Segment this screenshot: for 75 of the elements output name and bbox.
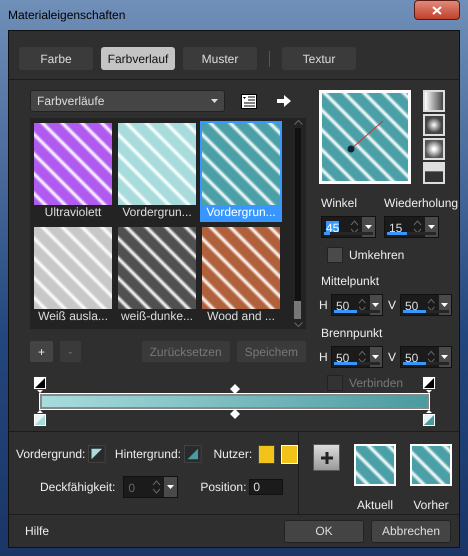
color-swatch[interactable]: [258, 444, 276, 464]
thumbnail-label: Aktuell: [356, 497, 394, 514]
cancel-button[interactable]: Abbrechen: [371, 520, 451, 542]
tab[interactable]: Farbverlauf: [101, 47, 175, 70]
close-icon: [432, 6, 442, 14]
axis-label: H: [319, 297, 329, 314]
scroll-up-icon[interactable]: [294, 120, 302, 125]
spin-arrows-icon[interactable]: [413, 219, 422, 235]
spin-arrows-icon[interactable]: [358, 349, 367, 365]
caret-icon[interactable]: [372, 355, 380, 359]
gradient-preset[interactable]: Vordergrun...: [116, 121, 198, 222]
field-label: Deckfähigkeit:: [40, 479, 116, 496]
gradient-preset[interactable]: Weiß ausla...: [32, 225, 114, 326]
tab[interactable]: Muster: [183, 47, 257, 70]
angle-handle-icon[interactable]: [345, 119, 385, 155]
spin-arrows-icon[interactable]: [427, 297, 436, 313]
caret-icon[interactable]: [428, 225, 435, 229]
list-view-icon[interactable]: [241, 94, 257, 108]
caret-icon[interactable]: [372, 303, 380, 307]
dropdown-value: Farbverläufe: [37, 93, 104, 110]
caret-icon[interactable]: [441, 303, 448, 307]
field-label: Brennpunkt: [321, 325, 384, 342]
position-field[interactable]: 0: [249, 479, 284, 495]
plus-icon: [320, 452, 332, 464]
caret-icon[interactable]: [441, 355, 448, 359]
gradient-style-button[interactable]: [423, 114, 445, 136]
field-label: Winkel: [321, 195, 358, 212]
tab[interactable]: Farbe: [19, 47, 93, 70]
gradient-thumbnail: [354, 444, 396, 486]
tab[interactable]: Textur: [282, 47, 356, 70]
spin-arrows-icon[interactable]: [358, 297, 367, 313]
background-color-icon[interactable]: [184, 444, 202, 464]
close-button[interactable]: [414, 0, 460, 20]
caret-icon: [211, 99, 218, 103]
gradient-style-button[interactable]: [423, 90, 445, 112]
scroll-down-icon[interactable]: [294, 322, 302, 327]
axis-label: V: [388, 297, 398, 314]
ok-button[interactable]: OK: [284, 520, 364, 542]
add-button[interactable]: +: [30, 341, 54, 362]
checkbox-label: Umkehren: [349, 247, 404, 264]
caret-icon[interactable]: [365, 225, 372, 229]
gradient-preset[interactable]: Wood and ...: [200, 225, 282, 326]
axis-label: H: [319, 349, 329, 366]
number-spin-field[interactable]: 50: [400, 294, 452, 316]
gradient-style-button[interactable]: [423, 162, 445, 184]
number-spin-field[interactable]: 15: [384, 216, 439, 238]
axis-label: V: [388, 349, 398, 366]
number-spin-field[interactable]: 50: [331, 294, 383, 316]
color-source-label: Vordergrund:: [16, 446, 86, 463]
window-title: Materialeigenschaften: [8, 7, 126, 24]
color-stop-icon[interactable]: [422, 409, 436, 427]
gradient-category-dropdown[interactable]: Farbverläufe: [30, 90, 225, 112]
field-label: Mittelpunkt: [321, 273, 380, 290]
checkbox[interactable]: [327, 247, 343, 263]
number-spin-field[interactable]: 50: [400, 346, 452, 368]
help-link[interactable]: Hilfe: [25, 522, 50, 540]
color-stop-icon[interactable]: [33, 409, 47, 427]
scrollbar-thumb[interactable]: [294, 301, 301, 319]
opacity-stop-icon[interactable]: [33, 376, 47, 394]
foreground-color-icon[interactable]: [88, 444, 106, 464]
arrow-right-icon[interactable]: [277, 95, 291, 107]
add-swatch-button[interactable]: [313, 444, 340, 471]
gradient-thumbnail: [410, 444, 452, 486]
color-source-label: Hintergrund:: [114, 446, 181, 463]
color-source-label: Nutzer:: [214, 446, 252, 463]
checkbox-label: Verbinden: [349, 375, 404, 392]
spin-arrows-icon[interactable]: [350, 219, 359, 235]
field-label: Position:: [200, 479, 246, 496]
gradient-style-button[interactable]: [423, 138, 445, 160]
gradient-preset[interactable]: weiß-dunke...: [116, 225, 198, 326]
spin-arrows-icon[interactable]: [427, 349, 436, 365]
opacity-stop-icon[interactable]: [422, 376, 436, 394]
thumbnail-label: Vorher: [413, 497, 449, 514]
number-spin-field[interactable]: 50: [331, 346, 383, 368]
gradient-preset[interactable]: Ultraviolett: [32, 121, 114, 222]
